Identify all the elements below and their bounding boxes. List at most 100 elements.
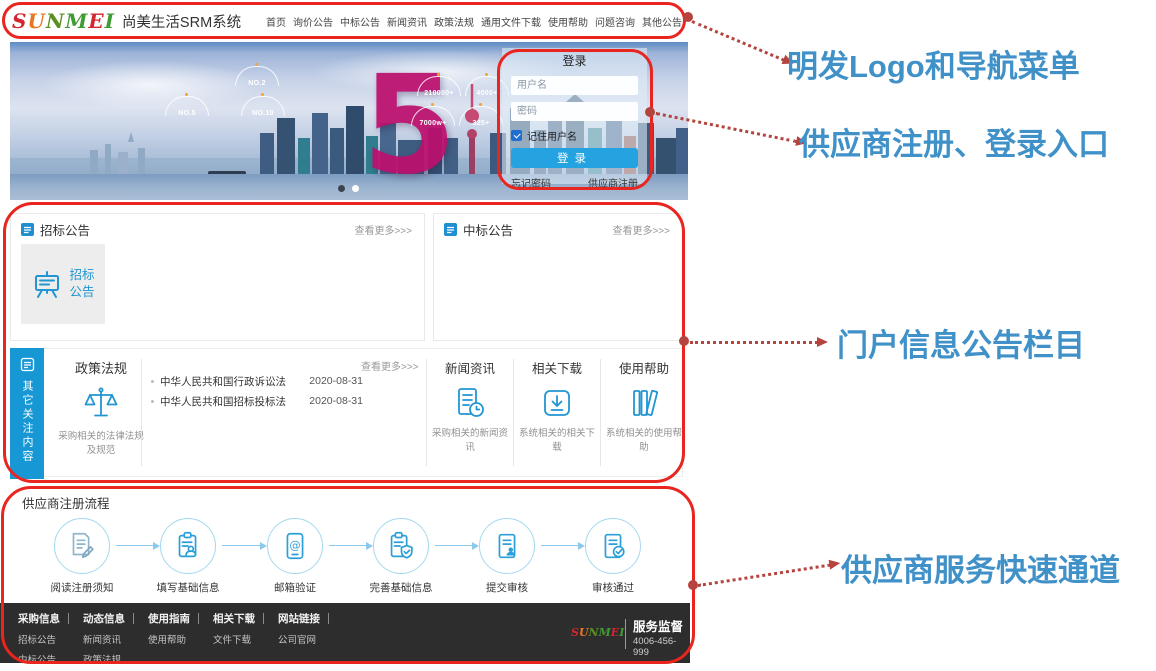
document-pencil-icon xyxy=(65,529,99,563)
policy-more-link[interactable]: 查看更多>>> xyxy=(361,358,419,373)
footer-col-news: 动态信息 新闻资讯 政策法规 xyxy=(83,611,134,666)
help-column[interactable]: 使用帮助 系统相关的使用帮助 xyxy=(601,349,687,476)
annotation-label-supplier-service: 供应商服务快速通道 xyxy=(841,545,1120,590)
nav-item[interactable]: 其他公告 xyxy=(642,14,682,29)
process-title: 供应商注册流程 xyxy=(22,493,110,512)
svg-text:@: @ xyxy=(289,538,300,552)
policy-caption: 采购相关的法律法规及规范 xyxy=(53,430,149,459)
footer-col-title[interactable]: 相关下载 xyxy=(213,611,255,626)
nav-item[interactable]: 新闻资讯 xyxy=(387,14,427,29)
forgot-password-link[interactable]: 忘记密码 xyxy=(511,175,551,190)
nav-item[interactable]: 询价公告 xyxy=(293,14,333,29)
news-column[interactable]: 新闻资讯 采购相关的新闻资讯 xyxy=(427,349,513,476)
divider xyxy=(141,359,142,466)
footer-col-title[interactable]: 网站链接 xyxy=(278,611,320,626)
portal-page: SUNMEI 尚美生活SRM系统 首页询价公告中标公告新闻资讯政策法规通用文件下… xyxy=(0,0,1156,671)
step-circle-complete-info xyxy=(373,518,429,574)
bullet-icon xyxy=(151,380,154,383)
download-column[interactable]: 相关下载 系统相关的相关下载 xyxy=(514,349,600,476)
win-more-link[interactable]: 查看更多>>> xyxy=(612,222,670,237)
annotation-arrow-icon xyxy=(691,20,784,62)
footer-col-guide: 使用指南 使用帮助 xyxy=(148,611,199,666)
document-check-icon xyxy=(596,529,630,563)
stat-badge: NO.10 xyxy=(238,94,288,116)
step-label: 提交审核 xyxy=(452,580,562,595)
step-label: 完善基础信息 xyxy=(346,580,456,595)
flow-arrow-icon xyxy=(116,545,154,546)
main-nav: 首页询价公告中标公告新闻资讯政策法规通用文件下载使用帮助问题咨询其他公告 xyxy=(266,14,682,29)
news-title: 新闻资讯 xyxy=(427,358,513,377)
username-input[interactable] xyxy=(511,76,638,95)
footer-link[interactable]: 新闻资讯 xyxy=(83,632,134,646)
step-label: 审核通过 xyxy=(558,580,668,595)
other-content-sidebar[interactable]: 其它关注内容 xyxy=(10,348,44,479)
carousel-dot[interactable] xyxy=(352,185,359,192)
nav-item[interactable]: 首页 xyxy=(266,14,286,29)
footer-col-title[interactable]: 采购信息 xyxy=(18,611,60,626)
nav-item[interactable]: 通用文件下载 xyxy=(481,14,541,29)
carousel-dots xyxy=(338,185,359,192)
annotation-label-portal-info: 门户信息公告栏目 xyxy=(837,320,1085,365)
annotation-label-login: 供应商注册、登录入口 xyxy=(799,119,1109,164)
policy-list-item[interactable]: 中华人民共和国行政诉讼法 2020-08-31 xyxy=(151,371,363,391)
stat-badge: 325+ xyxy=(456,104,506,126)
policy-list-item[interactable]: 中华人民共和国招标投标法 2020-08-31 xyxy=(151,391,363,411)
remember-row: 记住用户名 xyxy=(511,128,638,143)
clipboard-person-icon xyxy=(171,529,205,563)
service-supervision-title: 服务监督 xyxy=(633,616,683,635)
system-title: 尚美生活SRM系统 xyxy=(122,11,241,32)
footer-col-title[interactable]: 动态信息 xyxy=(83,611,125,626)
page-footer: 采购信息 招标公告 中标公告 动态信息 新闻资讯 政策法规 使用指南 使用帮助 … xyxy=(0,603,690,663)
footer-link[interactable]: 使用帮助 xyxy=(148,632,199,646)
remember-label: 记住用户名 xyxy=(527,128,577,143)
footer-link[interactable]: 政策法规 xyxy=(83,652,134,666)
flow-arrow-icon xyxy=(435,545,473,546)
sunmei-logo[interactable]: SUNMEI xyxy=(12,9,115,33)
help-title: 使用帮助 xyxy=(601,358,687,377)
policy-list: 中华人民共和国行政诉讼法 2020-08-31 中华人民共和国招标投标法 202… xyxy=(151,371,363,411)
nav-item[interactable]: 中标公告 xyxy=(340,14,380,29)
stat-badge: 7000w+ xyxy=(408,104,458,126)
footer-sunmei-logo: SUNMEI xyxy=(571,626,624,639)
bid-tile-label: 招标公告 xyxy=(70,267,96,301)
login-panel: 登录 记住用户名 登录 忘记密码 供应商注册 xyxy=(502,48,647,184)
stat-badge: 210000+ xyxy=(414,74,464,96)
bid-panel-title: 招标公告 xyxy=(40,220,90,239)
footer-col-title[interactable]: 使用指南 xyxy=(148,611,190,626)
supplier-process-section: 供应商注册流程 阅读注册须知 填写基础信息 @ 邮箱验证 完善基础信息 提交审核… xyxy=(0,487,690,600)
login-button[interactable]: 登录 xyxy=(511,148,638,168)
stat-badge: NO.2 xyxy=(232,64,282,86)
step-label: 填写基础信息 xyxy=(133,580,243,595)
focus-section: 其它关注内容 政策法规 采购相关的法律法规及规范 查看更多>>> 中华人民共和国… xyxy=(10,348,683,477)
footer-link[interactable]: 招标公告 xyxy=(18,632,69,646)
annotation-dot xyxy=(688,580,698,590)
remember-checkbox-checked[interactable] xyxy=(511,130,522,141)
footer-col-links: 网站链接 公司官网 xyxy=(278,611,329,666)
nav-item[interactable]: 政策法规 xyxy=(434,14,474,29)
flow-arrow-icon xyxy=(222,545,261,546)
bid-announcement-panel: 招标公告 查看更多>>> 招标公告 xyxy=(10,213,425,341)
nav-item[interactable]: 使用帮助 xyxy=(548,14,588,29)
easel-board-icon xyxy=(31,268,63,300)
step-circle-submit-review xyxy=(479,518,535,574)
nav-item[interactable]: 问题咨询 xyxy=(595,14,635,29)
footer-link[interactable]: 公司官网 xyxy=(278,632,329,646)
news-caption: 采购相关的新闻资讯 xyxy=(427,427,513,456)
carousel-dot-active[interactable] xyxy=(338,185,345,192)
divider xyxy=(198,613,199,624)
flow-arrow-icon xyxy=(329,545,367,546)
footer-col-download: 相关下载 文件下载 xyxy=(213,611,264,666)
stat-badge: NO.5 xyxy=(162,94,212,116)
board-list-icon xyxy=(21,223,34,236)
password-input[interactable] xyxy=(511,102,638,121)
footer-link[interactable]: 文件下载 xyxy=(213,632,264,646)
step-circle-approved xyxy=(585,518,641,574)
document-person-icon xyxy=(490,529,524,563)
win-announcement-panel: 中标公告 查看更多>>> xyxy=(433,213,683,341)
footer-link[interactable]: 中标公告 xyxy=(18,652,69,666)
bid-more-link[interactable]: 查看更多>>> xyxy=(354,222,412,237)
supplier-register-link[interactable]: 供应商注册 xyxy=(588,175,638,190)
bid-tile[interactable]: 招标公告 xyxy=(21,244,105,324)
policy-block[interactable]: 政策法规 采购相关的法律法规及规范 xyxy=(53,349,149,476)
annotation-label-nav: 明发Logo和导航菜单 xyxy=(787,41,1080,86)
